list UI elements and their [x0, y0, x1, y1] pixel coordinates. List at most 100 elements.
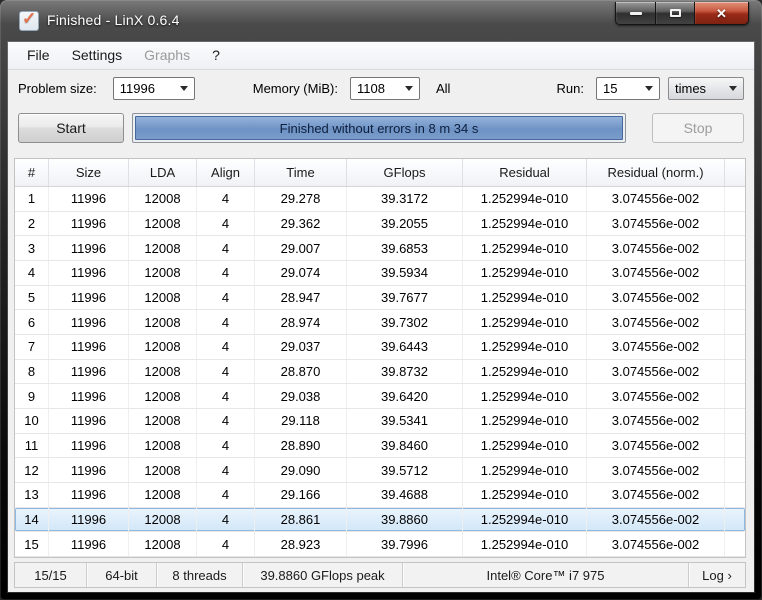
- table-cell-residual: 1.252994e-010: [463, 335, 587, 359]
- minimize-button[interactable]: [615, 2, 656, 25]
- table-row[interactable]: 11199612008429.27839.31721.252994e-0103.…: [15, 187, 745, 212]
- table-cell-lda: 12008: [129, 458, 197, 482]
- table-cell-align: 4: [197, 384, 255, 408]
- table-row[interactable]: 111199612008428.89039.84601.252994e-0103…: [15, 434, 745, 459]
- table-cell-residual: 1.252994e-010: [463, 434, 587, 458]
- table-cell-size: 11996: [49, 212, 129, 236]
- table-cell-residual_norm: 3.074556e-002: [587, 187, 725, 211]
- table-cell-size: 11996: [49, 458, 129, 482]
- title-bar[interactable]: ✓ Finished - LinX 0.6.4 ✕: [0, 0, 762, 42]
- table-cell-filler: [725, 286, 745, 310]
- client-area: FileSettingsGraphs? Problem size: 11996 …: [8, 42, 754, 592]
- column-header-residual[interactable]: Residual: [463, 159, 587, 186]
- menu-item-help[interactable]: ?: [201, 42, 231, 69]
- table-cell-align: 4: [197, 310, 255, 334]
- table-row[interactable]: 61199612008428.97439.73021.252994e-0103.…: [15, 310, 745, 335]
- table-body: 11199612008429.27839.31721.252994e-0103.…: [15, 187, 745, 557]
- table-cell-filler: [725, 310, 745, 334]
- table-cell-gflops: 39.5341: [347, 409, 463, 433]
- table-cell-filler: [725, 532, 745, 556]
- column-header-gflops[interactable]: GFlops: [347, 159, 463, 186]
- table-row[interactable]: 141199612008428.86139.88601.252994e-0103…: [15, 508, 745, 533]
- table-cell-n: 3: [15, 236, 49, 260]
- status-cpu-name: Intel® Core™ i7 975: [403, 563, 689, 587]
- table-cell-align: 4: [197, 483, 255, 507]
- menu-item-settings[interactable]: Settings: [61, 42, 134, 69]
- results-table: #SizeLDAAlignTimeGFlopsResidualResidual …: [14, 158, 746, 558]
- table-cell-align: 4: [197, 212, 255, 236]
- close-button[interactable]: ✕: [694, 2, 749, 25]
- table-row[interactable]: 21199612008429.36239.20551.252994e-0103.…: [15, 212, 745, 237]
- table-cell-size: 11996: [49, 508, 129, 532]
- problem-size-combo[interactable]: 11996: [113, 77, 195, 100]
- table-row[interactable]: 91199612008429.03839.64201.252994e-0103.…: [15, 384, 745, 409]
- column-header-size[interactable]: Size: [49, 159, 129, 186]
- table-row[interactable]: 31199612008429.00739.68531.252994e-0103.…: [15, 236, 745, 261]
- status-log-expander[interactable]: Log ›: [689, 563, 745, 587]
- status-run-count: 15/15: [15, 563, 87, 587]
- table-cell-residual: 1.252994e-010: [463, 212, 587, 236]
- table-cell-residual: 1.252994e-010: [463, 286, 587, 310]
- table-cell-size: 11996: [49, 286, 129, 310]
- table-cell-residual_norm: 3.074556e-002: [587, 532, 725, 556]
- table-cell-gflops: 39.8732: [347, 360, 463, 384]
- column-header-lda[interactable]: LDA: [129, 159, 197, 186]
- chevron-down-icon: [405, 86, 413, 91]
- table-cell-filler: [725, 261, 745, 285]
- maximize-icon: [670, 9, 681, 17]
- start-button[interactable]: Start: [18, 113, 124, 143]
- app-checkmark-icon[interactable]: ✓: [19, 11, 39, 31]
- table-row[interactable]: 71199612008429.03739.64431.252994e-0103.…: [15, 335, 745, 360]
- table-row[interactable]: 131199612008429.16639.46881.252994e-0103…: [15, 483, 745, 508]
- table-cell-time: 29.038: [255, 384, 347, 408]
- menu-item-file[interactable]: File: [16, 42, 61, 69]
- table-cell-n: 2: [15, 212, 49, 236]
- status-gflops-peak: 39.8860 GFlops peak: [243, 563, 403, 587]
- table-row[interactable]: 81199612008428.87039.87321.252994e-0103.…: [15, 360, 745, 385]
- table-cell-residual: 1.252994e-010: [463, 458, 587, 482]
- table-row[interactable]: 121199612008429.09039.57121.252994e-0103…: [15, 458, 745, 483]
- column-header-align[interactable]: Align: [197, 159, 255, 186]
- table-cell-n: 6: [15, 310, 49, 334]
- table-cell-lda: 12008: [129, 236, 197, 260]
- stop-button[interactable]: Stop: [652, 113, 744, 143]
- table-cell-align: 4: [197, 434, 255, 458]
- table-cell-time: 28.861: [255, 508, 347, 532]
- table-row[interactable]: 101199612008429.11839.53411.252994e-0103…: [15, 409, 745, 434]
- table-cell-size: 11996: [49, 236, 129, 260]
- table-row[interactable]: 151199612008428.92339.79961.252994e-0103…: [15, 532, 745, 557]
- table-cell-n: 12: [15, 458, 49, 482]
- table-cell-n: 8: [15, 360, 49, 384]
- table-row[interactable]: 41199612008429.07439.59341.252994e-0103.…: [15, 261, 745, 286]
- table-cell-residual_norm: 3.074556e-002: [587, 483, 725, 507]
- table-cell-residual_norm: 3.074556e-002: [587, 434, 725, 458]
- run-mode-combo[interactable]: times: [668, 77, 744, 100]
- table-cell-lda: 12008: [129, 286, 197, 310]
- table-cell-residual: 1.252994e-010: [463, 409, 587, 433]
- window-title: Finished - LinX 0.6.4: [47, 0, 180, 42]
- table-cell-residual_norm: 3.074556e-002: [587, 286, 725, 310]
- table-row[interactable]: 51199612008428.94739.76771.252994e-0103.…: [15, 286, 745, 311]
- table-cell-gflops: 39.7996: [347, 532, 463, 556]
- table-cell-time: 28.923: [255, 532, 347, 556]
- maximize-button[interactable]: [656, 2, 694, 25]
- table-cell-align: 4: [197, 261, 255, 285]
- column-header-n[interactable]: #: [15, 159, 49, 186]
- table-cell-gflops: 39.7677: [347, 286, 463, 310]
- table-cell-size: 11996: [49, 310, 129, 334]
- run-count-combo[interactable]: 15: [596, 77, 660, 100]
- table-cell-residual_norm: 3.074556e-002: [587, 458, 725, 482]
- memory-combo[interactable]: 1108: [350, 77, 420, 100]
- table-cell-filler: [725, 187, 745, 211]
- table-cell-lda: 12008: [129, 508, 197, 532]
- column-header-time[interactable]: Time: [255, 159, 347, 186]
- table-cell-n: 5: [15, 286, 49, 310]
- table-cell-size: 11996: [49, 434, 129, 458]
- table-cell-residual: 1.252994e-010: [463, 360, 587, 384]
- action-toolbar: Start Finished without errors in 8 m 34 …: [8, 106, 754, 150]
- table-cell-residual_norm: 3.074556e-002: [587, 236, 725, 260]
- column-header-residual_norm[interactable]: Residual (norm.): [587, 159, 725, 186]
- table-cell-lda: 12008: [129, 483, 197, 507]
- table-cell-time: 28.947: [255, 286, 347, 310]
- table-cell-gflops: 39.5712: [347, 458, 463, 482]
